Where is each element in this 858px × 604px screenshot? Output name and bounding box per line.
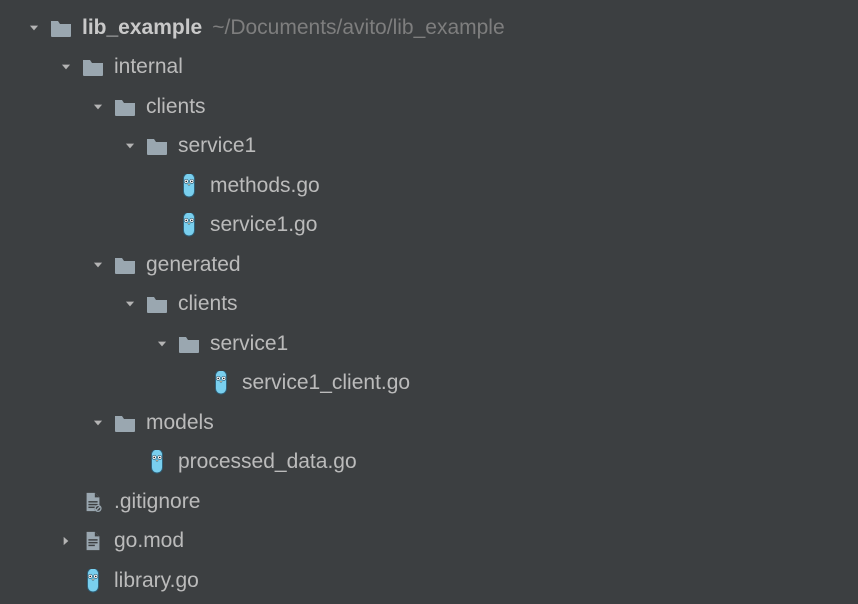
tree-label: lib_example xyxy=(82,16,202,40)
tree-row-file[interactable]: service1_client.go xyxy=(6,364,858,404)
tree-label: clients xyxy=(178,292,238,316)
tree-label: clients xyxy=(146,95,206,119)
tree-label: .gitignore xyxy=(114,490,200,514)
tree-label: service1 xyxy=(210,332,288,356)
project-tree: lib_example ~/Documents/avito/lib_exampl… xyxy=(0,0,858,604)
chevron-down-icon[interactable] xyxy=(86,95,110,119)
folder-icon xyxy=(144,291,170,317)
tree-row-generated[interactable]: generated xyxy=(6,245,858,285)
tree-path-hint: ~/Documents/avito/lib_example xyxy=(212,16,504,40)
go-file-icon xyxy=(208,370,234,396)
chevron-down-icon[interactable] xyxy=(86,253,110,277)
tree-label: internal xyxy=(114,55,183,79)
tree-label: generated xyxy=(146,253,241,277)
folder-icon xyxy=(144,133,170,159)
tree-label: go.mod xyxy=(114,529,184,553)
folder-icon xyxy=(48,15,74,41)
tree-label: service1 xyxy=(178,134,256,158)
folder-icon xyxy=(112,410,138,436)
chevron-down-icon[interactable] xyxy=(22,16,46,40)
tree-row-internal[interactable]: internal xyxy=(6,48,858,88)
go-file-icon xyxy=(80,568,106,594)
tree-row-models[interactable]: models xyxy=(6,403,858,443)
tree-row-file[interactable]: library.go xyxy=(6,561,858,601)
tree-row-root[interactable]: lib_example ~/Documents/avito/lib_exampl… xyxy=(6,8,858,48)
tree-row-file[interactable]: methods.go xyxy=(6,166,858,206)
chevron-down-icon[interactable] xyxy=(118,292,142,316)
gitignore-file-icon xyxy=(80,489,106,515)
tree-row-gomod[interactable]: go.mod xyxy=(6,522,858,562)
tree-row-gitignore[interactable]: .gitignore xyxy=(6,482,858,522)
folder-icon xyxy=(176,331,202,357)
tree-row-service1[interactable]: service1 xyxy=(6,324,858,364)
tree-label: processed_data.go xyxy=(178,450,357,474)
folder-icon xyxy=(112,252,138,278)
text-file-icon xyxy=(80,528,106,554)
chevron-down-icon[interactable] xyxy=(150,332,174,356)
folder-icon xyxy=(112,94,138,120)
chevron-right-icon[interactable] xyxy=(54,529,78,553)
tree-row-clients[interactable]: clients xyxy=(6,285,858,325)
tree-row-file[interactable]: processed_data.go xyxy=(6,443,858,483)
tree-row-clients[interactable]: clients xyxy=(6,87,858,127)
tree-label: service1.go xyxy=(210,213,317,237)
chevron-down-icon[interactable] xyxy=(86,411,110,435)
tree-row-file[interactable]: service1.go xyxy=(6,206,858,246)
chevron-down-icon[interactable] xyxy=(118,134,142,158)
tree-label: methods.go xyxy=(210,174,320,198)
tree-row-service1[interactable]: service1 xyxy=(6,127,858,167)
tree-label: library.go xyxy=(114,569,199,593)
folder-icon xyxy=(80,54,106,80)
go-file-icon xyxy=(176,173,202,199)
go-file-icon xyxy=(144,449,170,475)
chevron-down-icon[interactable] xyxy=(54,55,78,79)
go-file-icon xyxy=(176,212,202,238)
tree-label: service1_client.go xyxy=(242,371,410,395)
tree-label: models xyxy=(146,411,214,435)
